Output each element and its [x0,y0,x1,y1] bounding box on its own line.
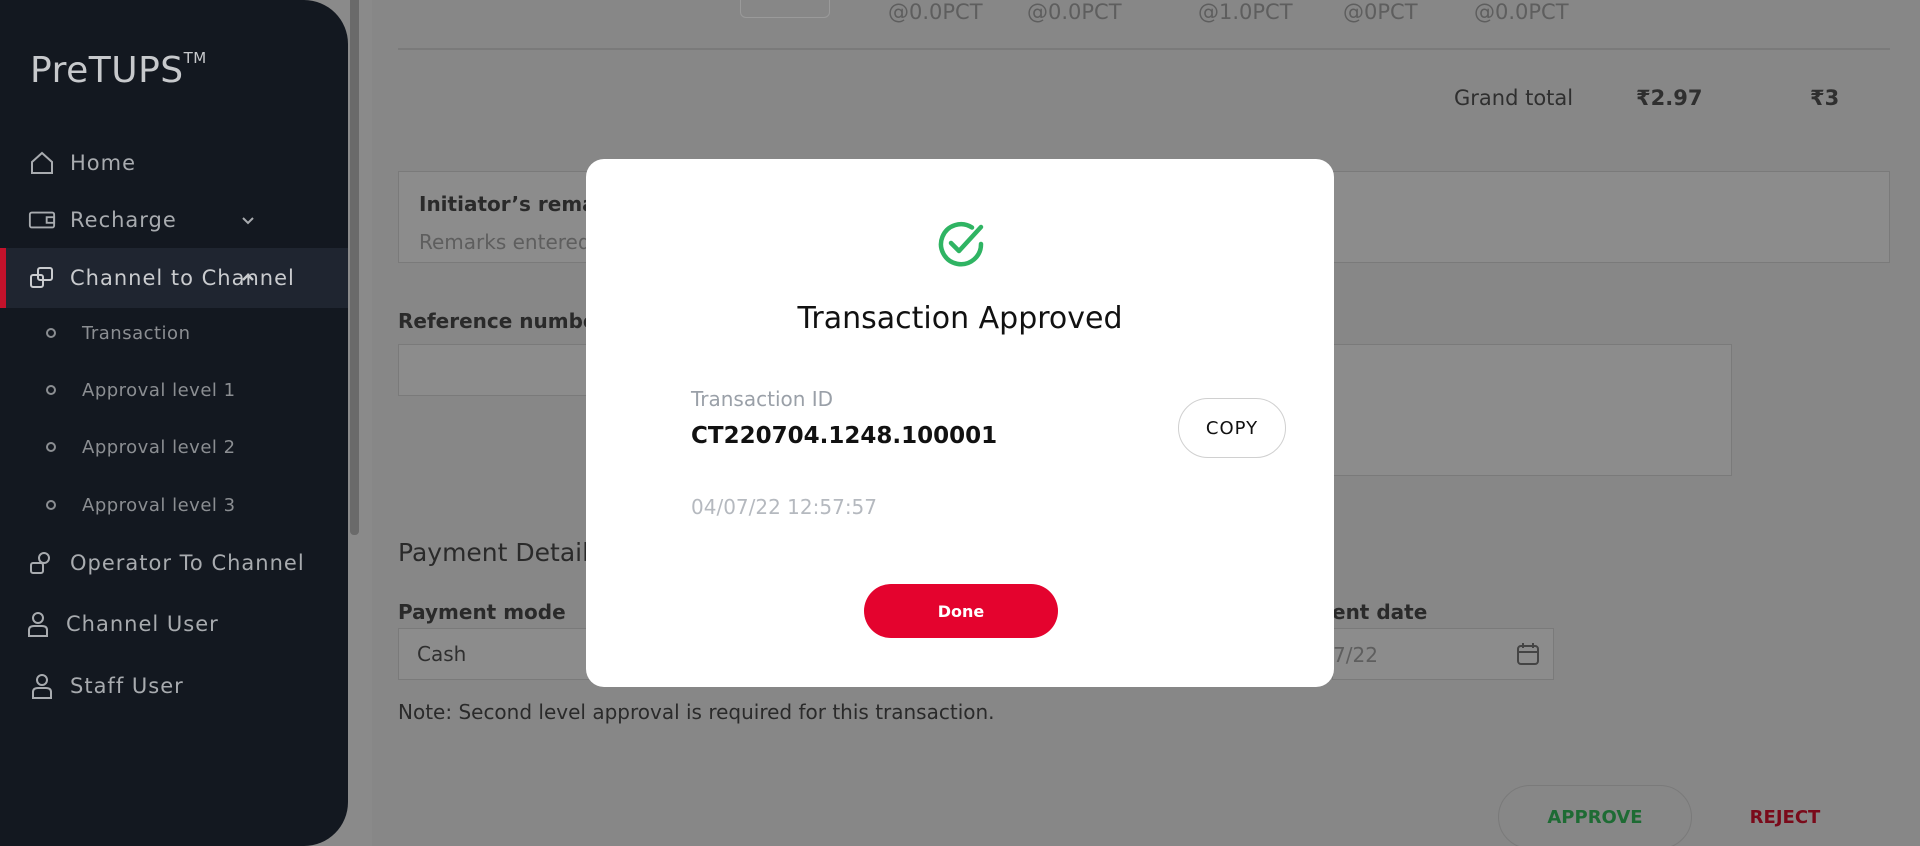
approve-button[interactable]: APPROVE [1498,785,1692,846]
sidebar-subitem-approval-level-3[interactable]: Approval level 3 [0,485,348,525]
quantity-input[interactable] [740,0,830,18]
sidebar-item-label: Home [70,151,137,175]
grand-total-label: Grand total [1454,86,1574,110]
user-icon [24,610,52,638]
sidebar-subitem-approval-level-2[interactable]: Approval level 2 [0,427,348,467]
sidebar-item-home[interactable]: Home [0,135,348,191]
sidebar-item-label: Channel to Channel [70,266,295,290]
success-check-icon [934,217,988,271]
sidebar-subitem-label: Approval level 1 [82,379,236,401]
payment-mode-value: Cash [417,642,467,666]
tax-cell: @1.0PCT [1198,0,1293,24]
sidebar-subitem-transaction[interactable]: Transaction [0,313,348,353]
sidebar-subitem-label: Approval level 2 [82,436,236,458]
reference-number-input[interactable] [398,344,598,396]
payment-mode-label: Payment mode [398,600,566,624]
sidebar: PreTUPSTM Home Recharge Channel to Chann… [0,0,348,846]
reject-button[interactable]: REJECT [1720,785,1850,846]
payment-mode-select[interactable]: Cash [398,628,598,680]
divider [398,48,1890,50]
channel-icon [28,264,56,292]
chevron-up-icon[interactable] [238,268,258,288]
modal-title: Transaction Approved [797,301,1123,336]
operator-icon [28,549,56,577]
tax-cell: @0.0PCT [888,0,983,24]
tax-cell: @0PCT [1343,0,1418,24]
bullet-icon [46,328,56,338]
sidebar-subitem-label: Transaction [82,322,191,344]
remarks-textarea[interactable] [1332,344,1732,476]
staff-icon [28,672,56,700]
recharge-icon [28,206,56,234]
transaction-approved-modal: Transaction Approved Transaction ID CT22… [586,159,1334,687]
sidebar-item-channel-to-channel[interactable]: Channel to Channel [0,248,348,308]
chevron-down-icon[interactable] [238,210,258,230]
transaction-id-value: CT220704.1248.100001 [691,423,998,449]
payment-date-value: 7/22 [1333,643,1378,667]
sidebar-subitem-approval-level-1[interactable]: Approval level 1 [0,370,348,410]
sidebar-item-recharge[interactable]: Recharge [0,192,348,248]
sidebar-item-label: Staff User [70,674,184,698]
home-icon [28,149,56,177]
bullet-icon [46,442,56,452]
remarks-text: Remarks entered [419,230,591,254]
bullet-icon [46,500,56,510]
sidebar-item-label: Channel User [66,612,219,636]
calendar-icon[interactable] [1515,641,1541,667]
sidebar-item-operator-to-channel[interactable]: Operator To Channel [0,535,348,591]
app-logo[interactable]: PreTUPSTM [30,49,207,91]
payment-date-label: ent date [1332,600,1428,624]
reference-number-label: Reference number [398,309,607,333]
copy-button[interactable]: COPY [1178,398,1286,458]
sidebar-item-channel-user[interactable]: Channel User [0,596,348,652]
tax-cell: @0.0PCT [1027,0,1122,24]
sidebar-scrollbar[interactable] [350,0,359,535]
grand-total-value: ₹2.97 [1636,86,1703,110]
payment-details-title: Payment Details [398,538,603,567]
transaction-id-label: Transaction ID [691,387,834,411]
sidebar-item-label: Recharge [70,208,177,232]
approval-note: Note: Second level approval is required … [398,700,995,724]
tax-cell: @0.0PCT [1474,0,1569,24]
transaction-timestamp: 04/07/22 12:57:57 [691,495,878,519]
grand-total-value-rounded: ₹3 [1810,86,1840,110]
sidebar-item-staff-user[interactable]: Staff User [0,658,348,714]
payment-date-input[interactable]: 7/22 [1332,628,1554,680]
bullet-icon [46,385,56,395]
sidebar-item-label: Operator To Channel [70,551,305,575]
sidebar-subitem-label: Approval level 3 [82,494,236,516]
done-button[interactable]: Done [864,584,1058,638]
